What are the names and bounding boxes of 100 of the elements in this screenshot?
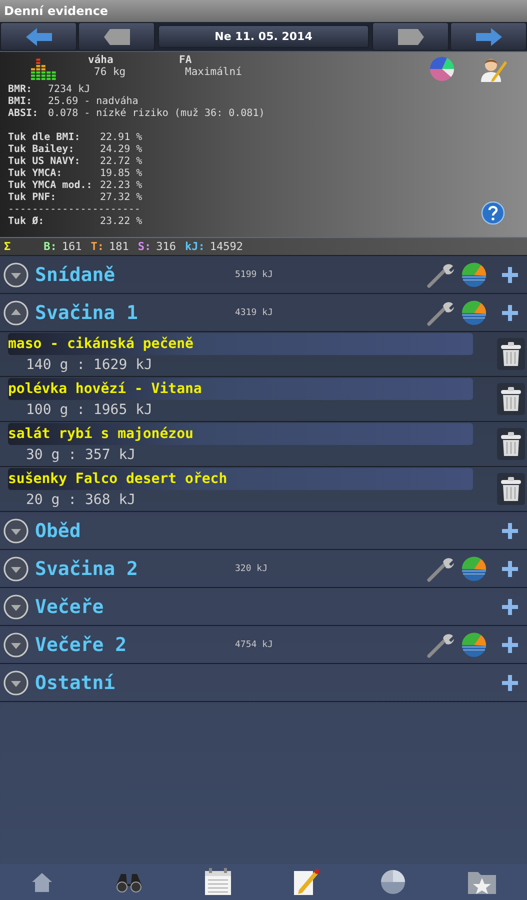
total-label: kJ: [185,240,205,253]
stat-label: BMR: [8,84,34,96]
meal-energy: 4319 kJ [235,308,273,318]
wrench-icon[interactable] [427,262,455,288]
add-icon[interactable] [501,636,519,654]
fat-value: 23.22 % [100,216,142,228]
wrench-icon[interactable] [427,632,455,658]
fat-label: Tuk US NAVY: [8,156,82,168]
meal-energy: 320 kJ [235,564,268,574]
previous-button[interactable] [0,22,77,51]
fat-value: 19.85 % [100,168,142,180]
date-button[interactable]: Ne 11. 05. 2014 [158,25,369,48]
expand-toggle-icon[interactable] [3,670,29,696]
activity-label: FA [179,54,193,66]
expand-toggle-icon[interactable] [3,300,29,326]
total-value: 316 [156,240,176,253]
add-icon[interactable] [501,560,519,578]
expand-toggle-icon[interactable] [3,518,29,544]
expand-toggle-icon[interactable] [3,262,29,288]
add-icon[interactable] [501,266,519,284]
right-arrow-icon [474,26,504,46]
chart-button[interactable] [380,869,406,895]
stat-value: 7234 kJ [48,84,90,96]
left-tag-icon [102,26,132,46]
pie-chart-icon[interactable] [461,556,487,582]
total-value: 161 [62,240,82,253]
wrench-icon[interactable] [427,556,455,582]
star-folder-icon [466,869,497,895]
expand-toggle-icon[interactable] [3,556,29,582]
stat-label: BMI: [8,96,34,108]
food-amount: 30 g : 357 kJ [25,446,137,465]
total-label: S: [138,240,152,253]
food-item[interactable]: sušenky Falco desert ořech 20 g : 368 kJ [0,467,527,512]
trash-icon[interactable] [497,383,525,415]
meal-name: Večeře 2 [35,634,128,656]
fat-label: Tuk YMCA mod.: [8,180,94,192]
expand-toggle-icon[interactable] [3,594,29,620]
equalizer-icon [31,57,57,81]
fat-label: Tuk dle BMI: [8,132,82,144]
stat-value: 25.69 - nadváha [48,96,138,108]
total-label: B: [44,240,57,253]
food-item[interactable]: salát rybí s majonézou 30 g : 357 kJ [0,422,527,467]
pencil-button[interactable] [292,868,319,896]
meal-energy: 5199 kJ [235,270,273,280]
home-icon [30,871,54,893]
meal-energy: 4754 kJ [235,640,273,650]
fat-label: Tuk PNF: [8,192,58,204]
total-label: T: [90,240,104,253]
help-icon[interactable] [481,201,505,225]
meal-name: Ostatní [35,672,116,694]
food-item[interactable]: maso - cikánská pečeně 140 g : 1629 kJ [0,332,527,377]
pie-chart-icon[interactable] [461,632,487,658]
fat-label: Tuk Ø: [8,216,46,228]
total-value: 14592 [210,240,243,253]
add-icon[interactable] [501,674,519,692]
add-icon[interactable] [501,522,519,540]
pie-chart-icon[interactable] [429,56,455,82]
total-value: 181 [109,240,129,253]
expand-toggle-icon[interactable] [3,632,29,658]
meal-row[interactable]: Snídaně 5199 kJ [0,256,527,294]
stat-value: 0.078 - nízké riziko (muž 36: 0.081) [48,108,265,120]
meal-row[interactable]: Svačina 1 4319 kJ [0,294,527,332]
next-button[interactable] [450,22,527,51]
food-name: maso - cikánská pečeně [8,333,473,355]
pie-chart-icon [380,869,406,895]
pie-chart-icon[interactable] [461,262,487,288]
binoculars-button[interactable] [115,871,144,893]
previous-week-button[interactable] [78,22,155,51]
notepad-icon [204,868,232,896]
stat-label: ABSI: [8,108,40,120]
activity-value: Maximální [184,66,239,78]
add-icon[interactable] [501,598,519,616]
food-amount: 140 g : 1629 kJ [25,356,154,375]
fat-value: 24.29 % [100,144,142,156]
meal-name: Snídaně [35,264,116,286]
right-tag-icon [396,26,426,46]
add-icon[interactable] [501,304,519,322]
sum-symbol: Σ [4,240,11,253]
food-name: sušenky Falco desert ořech [8,468,473,490]
food-amount: 100 g : 1965 kJ [25,401,154,420]
wrench-icon[interactable] [427,300,455,326]
fat-label: Tuk Bailey: [8,144,76,156]
binoculars-icon [115,871,144,893]
fat-value: 22.91 % [100,132,142,144]
fat-value: 22.72 % [100,156,142,168]
home-button[interactable] [30,871,54,893]
fat-value: 27.32 % [100,192,142,204]
food-amount: 20 g : 368 kJ [25,491,137,510]
folder-button[interactable] [466,869,497,895]
meal-name: Svačina 2 [35,558,139,580]
food-name: polévka hovězí - Vitana [8,378,473,400]
fat-value: 22.23 % [100,180,142,192]
food-item[interactable]: polévka hovězí - Vitana 100 g : 1965 kJ [0,377,527,422]
next-week-button[interactable] [372,22,449,51]
notepad-button[interactable] [204,868,232,896]
pencil-paper-icon [292,868,319,896]
trash-icon[interactable] [497,338,525,370]
pie-chart-icon[interactable] [461,300,487,326]
trash-icon[interactable] [497,473,525,505]
trash-icon[interactable] [497,428,525,460]
